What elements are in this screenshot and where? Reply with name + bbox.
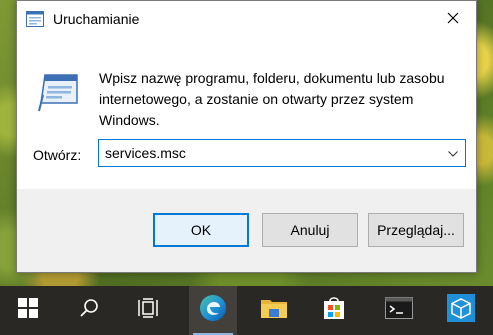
- task-view-button[interactable]: [125, 286, 173, 335]
- open-label: Otwórz:: [33, 147, 82, 163]
- dropdown-button[interactable]: [441, 140, 465, 166]
- task-view-icon: [138, 298, 160, 323]
- taskbar-store[interactable]: [310, 286, 358, 335]
- close-icon: [447, 11, 459, 29]
- run-icon: [26, 11, 44, 27]
- taskbar-edge[interactable]: [189, 286, 237, 335]
- start-windows-icon: [18, 298, 38, 323]
- taskbar: [0, 286, 493, 335]
- box-app-icon: [447, 294, 475, 327]
- close-button[interactable]: [430, 1, 476, 38]
- cancel-button[interactable]: Anuluj: [262, 213, 358, 247]
- run-icon: [37, 73, 81, 113]
- run-description: Wpisz nazwę programu, folderu, dokumentu…: [99, 70, 445, 128]
- terminal-icon: [385, 297, 413, 324]
- search-icon: [79, 298, 99, 323]
- chevron-down-icon: [448, 144, 458, 162]
- edge-browser-icon: [199, 294, 227, 327]
- taskbar-box-app[interactable]: [437, 286, 485, 335]
- title-bar[interactable]: Uruchamianie: [17, 1, 476, 38]
- ok-button[interactable]: OK: [153, 213, 249, 247]
- run-dialog: Uruchamianie Wpisz nazwę programu, folde…: [16, 0, 477, 273]
- button-bar: OK Anuluj Przeglądaj...: [17, 189, 476, 272]
- file-explorer-icon: [260, 296, 288, 325]
- microsoft-store-icon: [322, 295, 346, 326]
- taskbar-terminal[interactable]: [375, 286, 423, 335]
- search-button[interactable]: [65, 286, 113, 335]
- open-input[interactable]: services.msc: [105, 145, 186, 161]
- open-combobox[interactable]: services.msc: [98, 139, 466, 167]
- taskbar-file-explorer[interactable]: [250, 286, 298, 335]
- start-button[interactable]: [4, 286, 52, 335]
- window-title: Uruchamianie: [53, 11, 140, 27]
- browse-button[interactable]: Przeglądaj...: [368, 213, 464, 247]
